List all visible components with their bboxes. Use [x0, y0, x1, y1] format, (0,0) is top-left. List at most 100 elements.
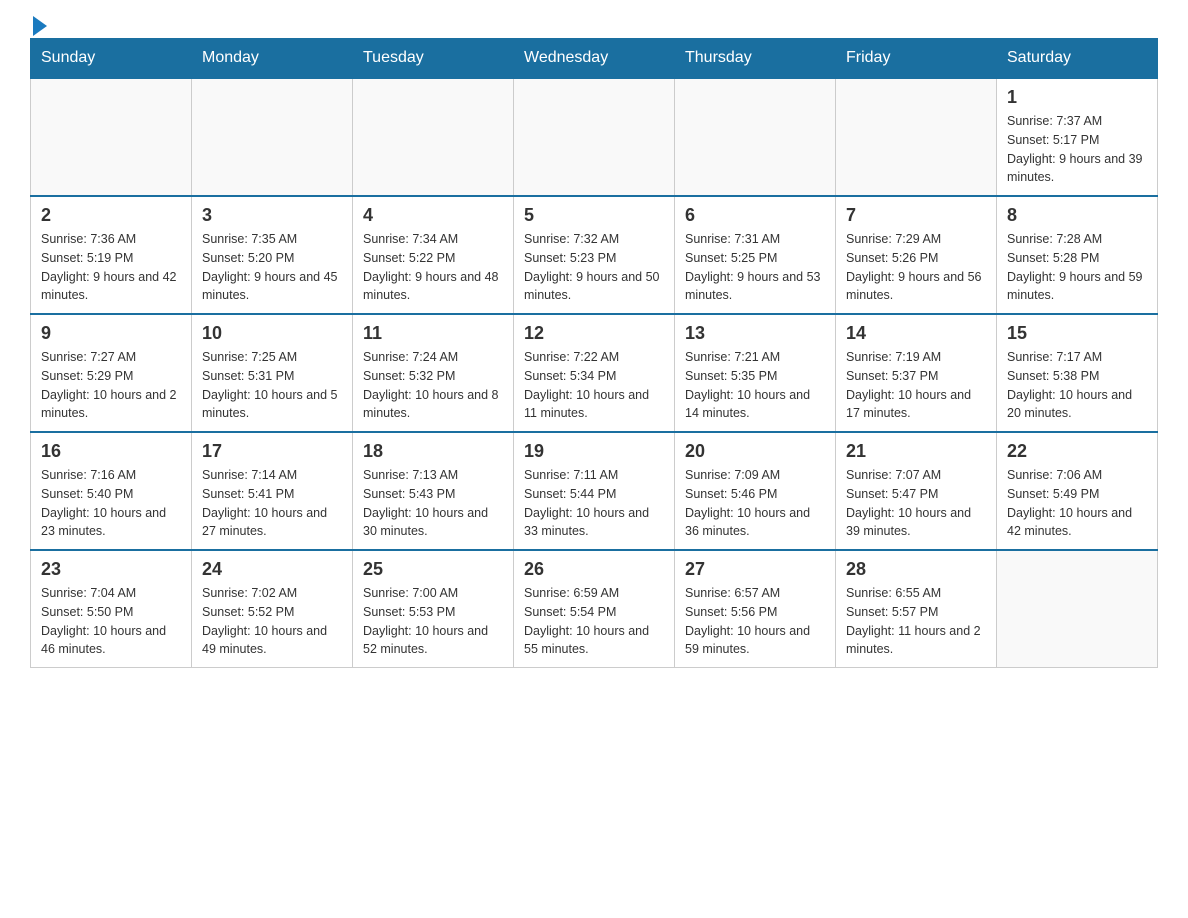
- day-info: Sunrise: 7:02 AM Sunset: 5:52 PM Dayligh…: [202, 584, 342, 659]
- day-info: Sunrise: 7:31 AM Sunset: 5:25 PM Dayligh…: [685, 230, 825, 305]
- calendar-day-cell: [353, 78, 514, 196]
- calendar-day-cell: [514, 78, 675, 196]
- day-number: 3: [202, 205, 342, 226]
- day-info: Sunrise: 7:21 AM Sunset: 5:35 PM Dayligh…: [685, 348, 825, 423]
- calendar-day-cell: 24 Sunrise: 7:02 AM Sunset: 5:52 PM Dayli…: [192, 550, 353, 668]
- day-of-week-header: Thursday: [675, 39, 836, 79]
- day-number: 13: [685, 323, 825, 344]
- calendar-table: SundayMondayTuesdayWednesdayThursdayFrid…: [30, 38, 1158, 668]
- day-of-week-header: Sunday: [31, 39, 192, 79]
- calendar-day-cell: 1 Sunrise: 7:37 AM Sunset: 5:17 PM Daylig…: [997, 78, 1158, 196]
- day-info: Sunrise: 7:13 AM Sunset: 5:43 PM Dayligh…: [363, 466, 503, 541]
- day-info: Sunrise: 7:09 AM Sunset: 5:46 PM Dayligh…: [685, 466, 825, 541]
- day-number: 17: [202, 441, 342, 462]
- day-number: 4: [363, 205, 503, 226]
- day-info: Sunrise: 7:07 AM Sunset: 5:47 PM Dayligh…: [846, 466, 986, 541]
- day-number: 23: [41, 559, 181, 580]
- day-info: Sunrise: 6:57 AM Sunset: 5:56 PM Dayligh…: [685, 584, 825, 659]
- calendar-day-cell: [31, 78, 192, 196]
- calendar-day-cell: 14 Sunrise: 7:19 AM Sunset: 5:37 PM Dayli…: [836, 314, 997, 432]
- calendar-day-cell: 7Sunrise: 7:29 AM Sunset: 5:26 PM Daylig…: [836, 196, 997, 314]
- calendar-day-cell: 17 Sunrise: 7:14 AM Sunset: 5:41 PM Dayli…: [192, 432, 353, 550]
- day-info: Sunrise: 7:36 AM Sunset: 5:19 PM Dayligh…: [41, 230, 181, 305]
- day-number: 1: [1007, 87, 1147, 108]
- calendar-week-row: 9 Sunrise: 7:27 AM Sunset: 5:29 PM Daylig…: [31, 314, 1158, 432]
- day-info: Sunrise: 7:00 AM Sunset: 5:53 PM Dayligh…: [363, 584, 503, 659]
- day-info: Sunrise: 7:24 AM Sunset: 5:32 PM Dayligh…: [363, 348, 503, 423]
- calendar-day-cell: 5 Sunrise: 7:32 AM Sunset: 5:23 PM Daylig…: [514, 196, 675, 314]
- day-number: 14: [846, 323, 986, 344]
- day-of-week-header: Tuesday: [353, 39, 514, 79]
- logo-triangle-icon: [33, 16, 47, 36]
- day-number: 6: [685, 205, 825, 226]
- day-info: Sunrise: 7:34 AM Sunset: 5:22 PM Dayligh…: [363, 230, 503, 305]
- calendar-week-row: 2 Sunrise: 7:36 AM Sunset: 5:19 PM Daylig…: [31, 196, 1158, 314]
- calendar-day-cell: 22 Sunrise: 7:06 AM Sunset: 5:49 PM Dayli…: [997, 432, 1158, 550]
- calendar-day-cell: 3Sunrise: 7:35 AM Sunset: 5:20 PM Daylig…: [192, 196, 353, 314]
- calendar-day-cell: 19Sunrise: 7:11 AM Sunset: 5:44 PM Dayli…: [514, 432, 675, 550]
- day-number: 7: [846, 205, 986, 226]
- calendar-day-cell: 20 Sunrise: 7:09 AM Sunset: 5:46 PM Dayli…: [675, 432, 836, 550]
- day-number: 28: [846, 559, 986, 580]
- day-info: Sunrise: 7:37 AM Sunset: 5:17 PM Dayligh…: [1007, 112, 1147, 187]
- day-info: Sunrise: 6:59 AM Sunset: 5:54 PM Dayligh…: [524, 584, 664, 659]
- calendar-day-cell: 8Sunrise: 7:28 AM Sunset: 5:28 PM Daylig…: [997, 196, 1158, 314]
- day-info: Sunrise: 7:28 AM Sunset: 5:28 PM Dayligh…: [1007, 230, 1147, 305]
- day-info: Sunrise: 7:32 AM Sunset: 5:23 PM Dayligh…: [524, 230, 664, 305]
- day-number: 20: [685, 441, 825, 462]
- day-number: 18: [363, 441, 503, 462]
- day-info: Sunrise: 6:55 AM Sunset: 5:57 PM Dayligh…: [846, 584, 986, 659]
- day-number: 21: [846, 441, 986, 462]
- day-info: Sunrise: 7:14 AM Sunset: 5:41 PM Dayligh…: [202, 466, 342, 541]
- day-info: Sunrise: 7:17 AM Sunset: 5:38 PM Dayligh…: [1007, 348, 1147, 423]
- calendar-day-cell: [192, 78, 353, 196]
- day-info: Sunrise: 7:25 AM Sunset: 5:31 PM Dayligh…: [202, 348, 342, 423]
- day-number: 12: [524, 323, 664, 344]
- calendar-day-cell: 25 Sunrise: 7:00 AM Sunset: 5:53 PM Dayli…: [353, 550, 514, 668]
- day-info: Sunrise: 7:22 AM Sunset: 5:34 PM Dayligh…: [524, 348, 664, 423]
- calendar-week-row: 1 Sunrise: 7:37 AM Sunset: 5:17 PM Daylig…: [31, 78, 1158, 196]
- day-info: Sunrise: 7:27 AM Sunset: 5:29 PM Dayligh…: [41, 348, 181, 423]
- day-number: 10: [202, 323, 342, 344]
- day-info: Sunrise: 7:06 AM Sunset: 5:49 PM Dayligh…: [1007, 466, 1147, 541]
- day-number: 25: [363, 559, 503, 580]
- day-number: 9: [41, 323, 181, 344]
- calendar-day-cell: 11 Sunrise: 7:24 AM Sunset: 5:32 PM Dayli…: [353, 314, 514, 432]
- day-number: 11: [363, 323, 503, 344]
- calendar-day-cell: [997, 550, 1158, 668]
- calendar-week-row: 23 Sunrise: 7:04 AM Sunset: 5:50 PM Dayli…: [31, 550, 1158, 668]
- calendar-day-cell: [675, 78, 836, 196]
- day-info: Sunrise: 7:11 AM Sunset: 5:44 PM Dayligh…: [524, 466, 664, 541]
- day-number: 16: [41, 441, 181, 462]
- calendar-day-cell: 27 Sunrise: 6:57 AM Sunset: 5:56 PM Dayli…: [675, 550, 836, 668]
- logo: [30, 20, 47, 28]
- day-of-week-header: Wednesday: [514, 39, 675, 79]
- calendar-day-cell: 9 Sunrise: 7:27 AM Sunset: 5:29 PM Daylig…: [31, 314, 192, 432]
- calendar-day-cell: 4 Sunrise: 7:34 AM Sunset: 5:22 PM Daylig…: [353, 196, 514, 314]
- calendar-day-cell: 21 Sunrise: 7:07 AM Sunset: 5:47 PM Dayli…: [836, 432, 997, 550]
- day-number: 27: [685, 559, 825, 580]
- calendar-day-cell: 26 Sunrise: 6:59 AM Sunset: 5:54 PM Dayli…: [514, 550, 675, 668]
- calendar-day-cell: 16 Sunrise: 7:16 AM Sunset: 5:40 PM Dayli…: [31, 432, 192, 550]
- day-number: 24: [202, 559, 342, 580]
- day-info: Sunrise: 7:16 AM Sunset: 5:40 PM Dayligh…: [41, 466, 181, 541]
- day-number: 5: [524, 205, 664, 226]
- page-header: [30, 20, 1158, 28]
- calendar-week-row: 16 Sunrise: 7:16 AM Sunset: 5:40 PM Dayli…: [31, 432, 1158, 550]
- day-number: 22: [1007, 441, 1147, 462]
- day-number: 15: [1007, 323, 1147, 344]
- calendar-header-row: SundayMondayTuesdayWednesdayThursdayFrid…: [31, 39, 1158, 79]
- calendar-day-cell: [836, 78, 997, 196]
- day-of-week-header: Saturday: [997, 39, 1158, 79]
- calendar-day-cell: 13 Sunrise: 7:21 AM Sunset: 5:35 PM Dayli…: [675, 314, 836, 432]
- calendar-day-cell: 10 Sunrise: 7:25 AM Sunset: 5:31 PM Dayli…: [192, 314, 353, 432]
- day-number: 26: [524, 559, 664, 580]
- calendar-day-cell: 18 Sunrise: 7:13 AM Sunset: 5:43 PM Dayli…: [353, 432, 514, 550]
- day-number: 2: [41, 205, 181, 226]
- calendar-day-cell: 2 Sunrise: 7:36 AM Sunset: 5:19 PM Daylig…: [31, 196, 192, 314]
- calendar-day-cell: 23 Sunrise: 7:04 AM Sunset: 5:50 PM Dayli…: [31, 550, 192, 668]
- day-info: Sunrise: 7:04 AM Sunset: 5:50 PM Dayligh…: [41, 584, 181, 659]
- calendar-day-cell: 28 Sunrise: 6:55 AM Sunset: 5:57 PM Dayli…: [836, 550, 997, 668]
- day-info: Sunrise: 7:19 AM Sunset: 5:37 PM Dayligh…: [846, 348, 986, 423]
- day-of-week-header: Friday: [836, 39, 997, 79]
